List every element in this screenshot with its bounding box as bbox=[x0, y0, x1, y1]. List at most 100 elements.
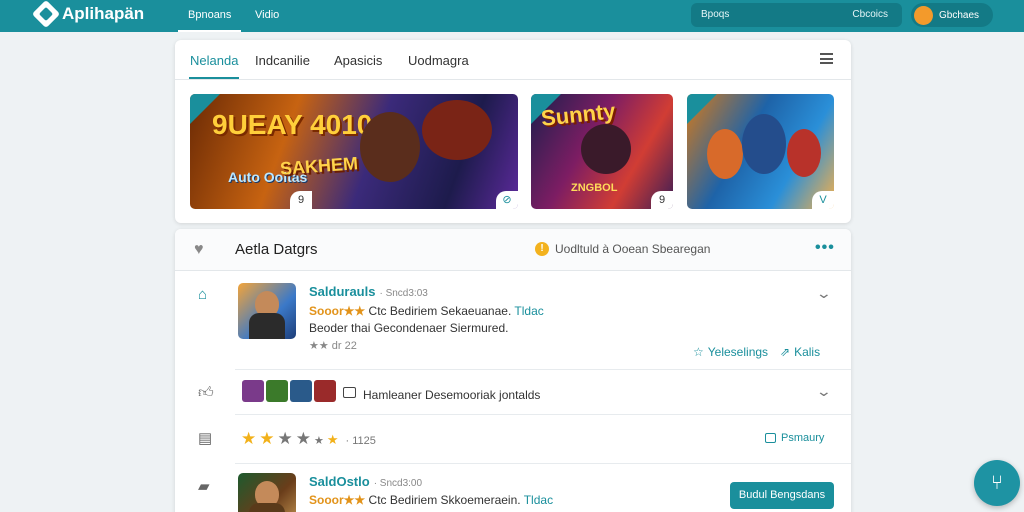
item-text: Ctc Bediriem Skkoemeraein. bbox=[368, 493, 521, 507]
item-line-2: Beoder thai Gecondenaer Siermured. bbox=[309, 321, 509, 335]
star-icon: ☆ bbox=[693, 345, 704, 359]
games-card: Nelanda Indcanilie Apasicis Uodmagra 9UE… bbox=[175, 40, 851, 223]
game-banner-3[interactable]: V bbox=[687, 94, 834, 209]
avatar bbox=[914, 5, 933, 25]
character-art bbox=[742, 114, 786, 174]
search-input[interactable]: Bpoqs bbox=[701, 9, 729, 20]
item-time: · Sncd3:03 bbox=[379, 288, 428, 299]
summary-button[interactable]: Psmaury bbox=[765, 432, 824, 444]
document-icon: ▤ bbox=[198, 430, 213, 447]
summary-label: Psmaury bbox=[781, 432, 825, 444]
character-art bbox=[787, 129, 821, 177]
thumbs-up-icon: 👍︎ bbox=[198, 384, 214, 401]
recent-title: Aetla Datgrs bbox=[235, 241, 318, 258]
banner-badge: ⊘ bbox=[496, 191, 518, 209]
game-banner-1[interactable]: 9UEAY 4010 Auto Ooitas SAKHEM 9 ⊘ bbox=[190, 94, 518, 209]
folder-icon: ▰ bbox=[198, 478, 210, 495]
app-name: Aplihapän bbox=[62, 4, 145, 23]
star-icon: ★ bbox=[277, 429, 296, 448]
recent-note: ! Uodltuld à Ooean Sbearegan bbox=[535, 242, 710, 256]
item-title-text: Saldurauls bbox=[309, 284, 376, 299]
calendar-icon bbox=[343, 387, 356, 398]
character-art bbox=[360, 112, 420, 182]
tab-2[interactable]: Indcanilie bbox=[255, 53, 310, 68]
star-icon: ★ bbox=[326, 432, 342, 447]
banner-title-2: SAKHEM bbox=[279, 153, 359, 179]
character-art bbox=[707, 129, 743, 179]
chevron-down-icon[interactable]: ⌄ bbox=[816, 285, 832, 302]
item-text: Ctc Bediriem Sekaeuanae. bbox=[368, 304, 512, 318]
recent-header: ♥ Aetla Datgrs ! Uodltuld à Ooean Sbeare… bbox=[175, 229, 851, 271]
recent-card: ♥ Aetla Datgrs ! Uodltuld à Ooean Sbeare… bbox=[175, 229, 851, 512]
banner-badge: 9 bbox=[290, 191, 312, 209]
item-stars: ★★ dr 22 bbox=[309, 340, 357, 352]
star-icon: ★ bbox=[314, 435, 327, 447]
warning-icon: ! bbox=[535, 242, 549, 256]
nav-item-1[interactable]: Bpnoans bbox=[178, 0, 242, 32]
tab-3[interactable]: Apasicis bbox=[334, 53, 382, 68]
primary-action-button[interactable]: Budul Bengsdans bbox=[730, 482, 834, 509]
item-line-1: Sooor★★ Ctc Bediriem Skkoemeraein. Tldac bbox=[309, 493, 553, 507]
item-title[interactable]: SaldOstlo · Sncd3:00 bbox=[309, 474, 422, 489]
ratings-label: Yeleselings bbox=[707, 345, 769, 359]
avatar-body bbox=[249, 503, 285, 512]
more-icon[interactable]: ••• bbox=[815, 239, 835, 257]
banner-badge: 9 bbox=[651, 191, 673, 209]
character-art bbox=[581, 124, 631, 174]
rating-count: · 1125 bbox=[345, 435, 376, 447]
avatar-body bbox=[249, 313, 285, 339]
item-text: Hamleaner Desemooriak jontalds bbox=[363, 388, 541, 402]
item-tag: Tldac bbox=[523, 493, 554, 507]
star-rating[interactable]: ★★★★★★ · 1125 bbox=[241, 429, 376, 449]
fab-share-button[interactable]: ⑂ bbox=[974, 460, 1020, 506]
search-button[interactable]: Cbcoics bbox=[852, 9, 888, 20]
mini-avatar[interactable] bbox=[290, 380, 312, 402]
tab-1[interactable]: Nelanda bbox=[190, 53, 238, 68]
recent-note-text: Uodltuld à Ooean Sbearegan bbox=[555, 242, 711, 256]
banner-subtitle: ZNGBOL bbox=[571, 182, 618, 194]
share-icon: ⑂ bbox=[991, 472, 1003, 494]
ratings-button[interactable]: ☆ Yeleselings bbox=[693, 345, 768, 359]
mini-avatar[interactable] bbox=[266, 380, 288, 402]
nav-item-2[interactable]: Vidio bbox=[255, 9, 279, 21]
banner-title: 9UEAY 4010 bbox=[212, 109, 373, 140]
item-title[interactable]: Saldurauls · Sncd3:03 bbox=[309, 284, 428, 299]
item-tag: Tldac bbox=[514, 304, 544, 318]
logo-icon bbox=[31, 0, 61, 29]
star-icon: ★ bbox=[259, 429, 278, 448]
share-button[interactable]: ⇗ Kalis bbox=[780, 345, 820, 359]
divider bbox=[235, 369, 851, 370]
mini-avatar[interactable] bbox=[314, 380, 336, 402]
divider bbox=[235, 463, 851, 464]
rating-label: Sooor★★ bbox=[309, 304, 366, 318]
user-menu[interactable]: Gbchaes bbox=[911, 3, 993, 27]
tab-indicator bbox=[189, 77, 239, 79]
summary-icon bbox=[765, 433, 776, 443]
mini-avatar[interactable] bbox=[242, 380, 264, 402]
share-icon: ⇗ bbox=[780, 345, 791, 359]
character-art bbox=[422, 100, 492, 160]
divider bbox=[235, 414, 851, 415]
item-time: · Sncd3:00 bbox=[373, 478, 423, 489]
top-bar: Aplihapän Bpnoans Vidio Bpoqs Cbcoics Gb… bbox=[0, 0, 1024, 32]
star-icon: ★ bbox=[295, 429, 314, 448]
games-tabs: Nelanda Indcanilie Apasicis Uodmagra bbox=[175, 40, 851, 80]
search-bar[interactable]: Bpoqs Cbcoics bbox=[691, 3, 902, 27]
banner-tag bbox=[687, 94, 717, 124]
share-label: Kalis bbox=[794, 345, 821, 359]
home-icon: ⌂ bbox=[198, 286, 208, 303]
item-line-1: Sooor★★ Ctc Bediriem Sekaeuanae. Tldac bbox=[309, 304, 544, 318]
tab-4[interactable]: Uodmagra bbox=[408, 53, 469, 68]
star-icon: ★ bbox=[241, 429, 260, 448]
banner-badge: V bbox=[812, 191, 834, 209]
item-title-text: SaldOstlo bbox=[309, 474, 370, 489]
rating-label: Sooor★★ bbox=[309, 493, 366, 507]
item-thumbnail[interactable] bbox=[238, 473, 296, 512]
heart-icon[interactable]: ♥ bbox=[194, 241, 204, 259]
item-thumbnail[interactable] bbox=[238, 283, 296, 339]
list-view-icon[interactable] bbox=[820, 53, 833, 64]
user-label: Gbchaes bbox=[939, 9, 980, 21]
chevron-down-icon[interactable]: ⌄ bbox=[816, 383, 832, 400]
app-logo[interactable]: Aplihapän bbox=[31, 0, 145, 29]
game-banner-2[interactable]: Sunnty ZNGBOL 9 bbox=[531, 94, 673, 209]
